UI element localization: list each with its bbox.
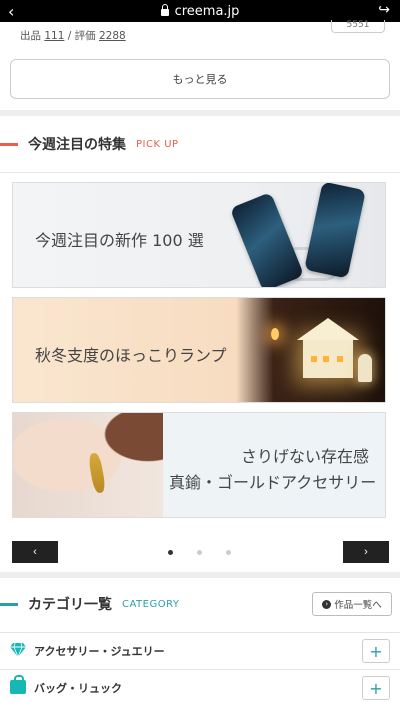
banner-text: 秋冬支度のほっこりランプ — [35, 346, 227, 365]
model-image — [13, 413, 163, 517]
pickup-subtitle: PICK UP — [136, 138, 179, 150]
browser-address-bar: ‹ creema.jp ↪ — [0, 0, 400, 22]
section-header: カテゴリ一覧 CATEGORY — [0, 592, 180, 616]
category-title: カテゴリ一覧 — [28, 597, 112, 613]
seller-stats: 出品 111 / 評価 2288 — [20, 28, 126, 43]
follow-count[interactable]: 5551 — [331, 20, 385, 33]
item-list-label: 作品一覧へ — [334, 600, 382, 611]
category-row-bags[interactable]: バッグ・リュック + — [0, 669, 400, 706]
item-list-button[interactable]: › 作品一覧へ — [312, 592, 392, 616]
prev-button[interactable]: ‹ — [12, 541, 58, 563]
banner-gold-accessories[interactable]: さりげない存在感 真鍮・ゴールドアクセサリー — [12, 412, 386, 518]
items-count-link[interactable]: 111 — [44, 30, 64, 42]
banner-text: 今週注目の新作 100 選 — [35, 231, 204, 250]
lamp-image — [358, 354, 372, 382]
carousel-nav: ‹ › — [0, 538, 400, 570]
reviews-count-link[interactable]: 2288 — [99, 30, 126, 42]
items-label: 出品 — [20, 30, 41, 42]
category-subtitle: CATEGORY — [122, 598, 180, 610]
banner-text-line2: 真鍮・ゴールドアクセサリー — [169, 473, 377, 492]
expand-plus-icon[interactable]: + — [362, 639, 390, 663]
divider — [0, 172, 400, 173]
category-label: アクセサリー・ジュエリー — [34, 645, 165, 658]
category-row-accessories[interactable]: アクセサリー・ジュエリー + — [0, 632, 400, 669]
url-text[interactable]: creema.jp — [175, 4, 240, 19]
candle-image — [271, 328, 279, 340]
category-section: カテゴリ一覧 CATEGORY › 作品一覧へ アクセサリー・ジュエリー + バ… — [0, 578, 400, 711]
window — [323, 356, 329, 362]
chevron-right-icon: › — [322, 599, 332, 609]
back-icon[interactable]: ‹ — [8, 2, 14, 21]
banner-text-line1: さりげない存在感 — [241, 447, 370, 466]
pager-dot-1[interactable] — [168, 550, 173, 555]
banner-new-items[interactable]: 今週注目の新作 100 選 — [12, 182, 386, 288]
expand-plus-icon[interactable]: + — [362, 676, 390, 700]
house-lamp-image — [297, 318, 359, 378]
section-accent-bar — [0, 602, 18, 606]
phone-case-image — [304, 183, 366, 279]
pager-dot-3[interactable] — [226, 550, 231, 555]
stats-divider: / — [67, 30, 75, 42]
section-accent-bar — [0, 142, 18, 146]
pickup-title: 今週注目の特集 — [28, 137, 126, 153]
lock-icon — [160, 3, 169, 16]
diamond-icon — [10, 643, 26, 657]
reviews-label: 評価 — [74, 30, 96, 42]
window — [311, 356, 317, 362]
seller-summary: 5551 出品 111 / 評価 2288 もっと見る — [0, 20, 400, 110]
category-label: バッグ・リュック — [34, 682, 122, 695]
bag-icon — [10, 675, 26, 694]
share-icon[interactable]: ↪ — [378, 2, 390, 18]
section-header: 今週注目の特集 PICK UP — [0, 132, 179, 156]
pickup-section: 今週注目の特集 PICK UP 今週注目の新作 100 選 秋冬支度のほっこりラ… — [0, 116, 400, 572]
next-button[interactable]: › — [343, 541, 389, 563]
window — [337, 356, 343, 362]
banner-lamps[interactable]: 秋冬支度のほっこりランプ — [12, 297, 386, 403]
phone-case-image — [229, 192, 305, 287]
pager-dot-2[interactable] — [197, 550, 202, 555]
more-button[interactable]: もっと見る — [10, 59, 390, 99]
